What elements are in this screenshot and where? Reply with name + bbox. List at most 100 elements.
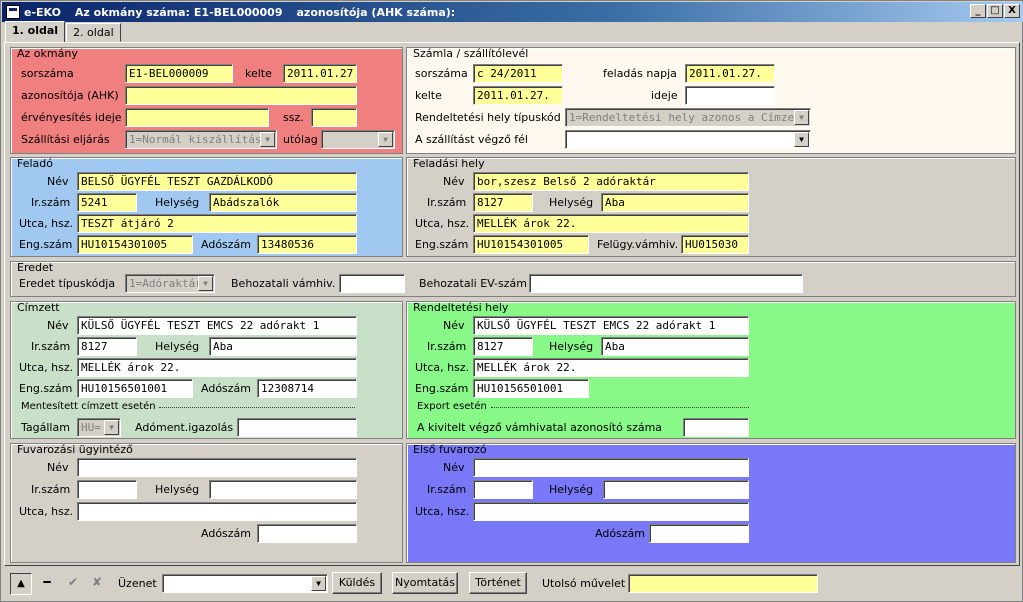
select-uzenet[interactable]: ▼ xyxy=(162,574,328,593)
field-elso-nev[interactable] xyxy=(473,458,749,477)
history-button[interactable]: Történet xyxy=(469,572,527,594)
field-szamla-kelte[interactable]: 2011.01.27. xyxy=(473,86,563,105)
bottom-toolbar: ▲ ━ ✔ ✘ Üzenet ▼ Küldés Nyomtatás Történ… xyxy=(4,569,1020,599)
label-feladasi-irsz: Ir.szám xyxy=(427,196,467,209)
field-elso-utca[interactable] xyxy=(473,502,749,521)
field-elso-helyseg[interactable] xyxy=(603,480,749,499)
label-felado-ado: Adószám xyxy=(201,238,252,251)
field-fuv-ado[interactable] xyxy=(257,524,357,543)
group-title: Feladási hely xyxy=(413,157,485,170)
minus-icon[interactable]: ━ xyxy=(36,573,58,595)
field-felado-utca[interactable]: TESZT átjáró 2 xyxy=(77,214,357,233)
label-feladasi-utca: Utca, hsz. xyxy=(415,217,470,230)
field-cimzett-utca[interactable]: MELLÉK árok 22. xyxy=(77,358,357,377)
expand-up-icon[interactable]: ▲ xyxy=(10,573,32,595)
label-rend-irsz: Ir.szám xyxy=(427,340,467,353)
chevron-down-icon[interactable]: ▼ xyxy=(104,420,119,435)
chevron-down-icon[interactable]: ▼ xyxy=(794,132,809,147)
label-behozatali-ev: Behozatali EV-szám xyxy=(419,277,527,290)
field-felado-ado[interactable]: 13480536 xyxy=(257,235,357,254)
field-rend-irsz[interactable]: 8127 xyxy=(473,337,533,356)
field-felugy-vamhiv[interactable]: HU015030 xyxy=(681,235,749,254)
select-eredet-value: 1=Adóraktár xyxy=(129,277,202,290)
field-sorszama[interactable]: E1-BEL000009 xyxy=(125,64,233,83)
check-icon[interactable]: ✔ xyxy=(62,573,84,595)
field-rend-utca[interactable]: MELLÉK árok 22. xyxy=(473,358,749,377)
label-elso-irsz: Ir.szám xyxy=(427,483,467,496)
field-cimzett-ado[interactable]: 12308714 xyxy=(257,379,357,398)
label-sorszama: sorszáma xyxy=(21,67,74,80)
field-rend-helyseg[interactable]: Aba xyxy=(601,337,749,356)
field-feladas-napja[interactable]: 2011.01.27. xyxy=(685,64,775,83)
label-elso-helyseg: Helység xyxy=(549,483,594,496)
field-feladasi-utca[interactable]: MELLÉK árok 22. xyxy=(473,214,749,233)
field-behozatali-ev[interactable] xyxy=(529,274,803,293)
label-fuv-nev: Név xyxy=(47,461,69,474)
group-title: Címzett xyxy=(17,301,60,314)
field-felado-nev[interactable]: BELSŐ ÜGYFÉL TESZT GAZDÁLKODÓ xyxy=(77,172,357,191)
field-feladasi-eng[interactable]: HU10154301005 xyxy=(473,235,589,254)
field-fuv-helyseg[interactable] xyxy=(209,480,357,499)
close-button[interactable]: X xyxy=(1004,4,1020,18)
field-kelte[interactable]: 2011.01.27. xyxy=(283,64,357,83)
chevron-down-icon[interactable]: ▼ xyxy=(260,132,275,147)
chevron-down-icon[interactable]: ▼ xyxy=(378,132,393,147)
field-felado-eng[interactable]: HU10154301005 xyxy=(77,235,193,254)
tab-page-2[interactable]: 2. oldal xyxy=(66,23,121,42)
field-fuv-utca[interactable] xyxy=(77,502,357,521)
group-okmany: Az okmány sorszáma E1-BEL000009 kelte 20… xyxy=(10,47,403,154)
field-cimzett-irsz[interactable]: 8127 xyxy=(77,337,137,356)
title-bar[interactable]: e-EKO Az okmány száma: E1-BEL000009 azon… xyxy=(2,2,1023,22)
field-feladasi-irsz[interactable]: 8127 xyxy=(473,193,533,212)
field-elso-irsz[interactable] xyxy=(473,480,533,499)
field-rend-nev[interactable]: KÜLSŐ ÜGYFÉL TESZT EMCS 22 adórakt 1 xyxy=(473,316,749,335)
app-icon[interactable] xyxy=(6,5,20,19)
field-rend-eng[interactable]: HU10156501001 xyxy=(473,379,589,398)
label-rendeltetesi-tipus: Rendeltetési hely típuskód xyxy=(415,111,561,124)
tab-content: Az okmány sorszáma E1-BEL000009 kelte 20… xyxy=(4,42,1020,566)
select-szallito-fel[interactable]: ▼ xyxy=(565,130,811,149)
field-kivitel[interactable] xyxy=(683,418,749,437)
field-cimzett-eng[interactable]: HU10156501001 xyxy=(77,379,193,398)
field-felado-helyseg[interactable]: Abádszalók xyxy=(209,193,357,212)
label-ssz: ssz. xyxy=(283,111,304,124)
field-behozatali-vamhiv[interactable] xyxy=(339,274,405,293)
label-szallito-fel: A szállítást végző fél xyxy=(415,133,528,146)
field-ervenyesites[interactable] xyxy=(125,108,269,127)
label-fuv-utca: Utca, hsz. xyxy=(19,505,74,518)
print-button[interactable]: Nyomtatás xyxy=(392,572,458,594)
mentesitett-caption: Mentesített címzett esetén xyxy=(21,401,156,412)
select-rendeltetesi-tipus[interactable]: 1=Rendeltetési hely azonos a Címzett tel… xyxy=(565,108,811,127)
label-utolso-muvelet: Utolsó művelet xyxy=(542,577,626,590)
field-elso-ado[interactable] xyxy=(649,524,749,543)
group-szamla: Számla / szállítólevél sorszáma c 24/201… xyxy=(406,47,1016,154)
field-ahk[interactable] xyxy=(125,86,357,105)
field-felado-irsz[interactable]: 5241 xyxy=(77,193,137,212)
field-adoment[interactable] xyxy=(237,418,357,437)
field-fuv-nev[interactable] xyxy=(77,458,357,477)
select-utolag[interactable]: ▼ xyxy=(321,130,395,149)
field-feladasi-helyseg[interactable]: Aba xyxy=(601,193,749,212)
select-eredet-tipus[interactable]: 1=Adóraktár ▼ xyxy=(125,274,215,293)
cross-icon[interactable]: ✘ xyxy=(86,573,108,595)
chevron-down-icon[interactable]: ▼ xyxy=(311,576,326,591)
field-feladasi-nev[interactable]: bor,szesz Belső 2 adóraktár xyxy=(473,172,749,191)
select-eljaras[interactable]: 1=Normál kiszállítás ▼ xyxy=(125,130,277,149)
field-ideje[interactable] xyxy=(685,86,775,105)
label-ahk: azonosítója (AHK) xyxy=(21,89,119,102)
label-szamla-sorszama: sorszáma xyxy=(415,67,468,80)
send-button[interactable]: Küldés xyxy=(332,572,382,594)
field-szamla-sorszama[interactable]: c 24/2011 xyxy=(473,64,563,83)
field-cimzett-nev[interactable]: KÜLSŐ ÜGYFÉL TESZT EMCS 22 adórakt 1 xyxy=(77,316,357,335)
label-fuv-irsz: Ir.szám xyxy=(31,483,71,496)
label-feladasi-nev: Név xyxy=(443,175,465,188)
maximize-button[interactable]: □ xyxy=(987,4,1003,18)
field-ssz[interactable] xyxy=(311,108,357,127)
field-cimzett-helyseg[interactable]: Aba xyxy=(209,337,357,356)
field-fuv-irsz[interactable] xyxy=(77,480,137,499)
chevron-down-icon[interactable]: ▼ xyxy=(198,276,213,291)
select-tagallam[interactable]: HU= ▼ xyxy=(77,418,121,437)
tab-page-1[interactable]: 1. oldal xyxy=(5,21,66,42)
chevron-down-icon[interactable]: ▼ xyxy=(794,110,809,125)
minimize-button[interactable]: _ xyxy=(970,4,986,18)
